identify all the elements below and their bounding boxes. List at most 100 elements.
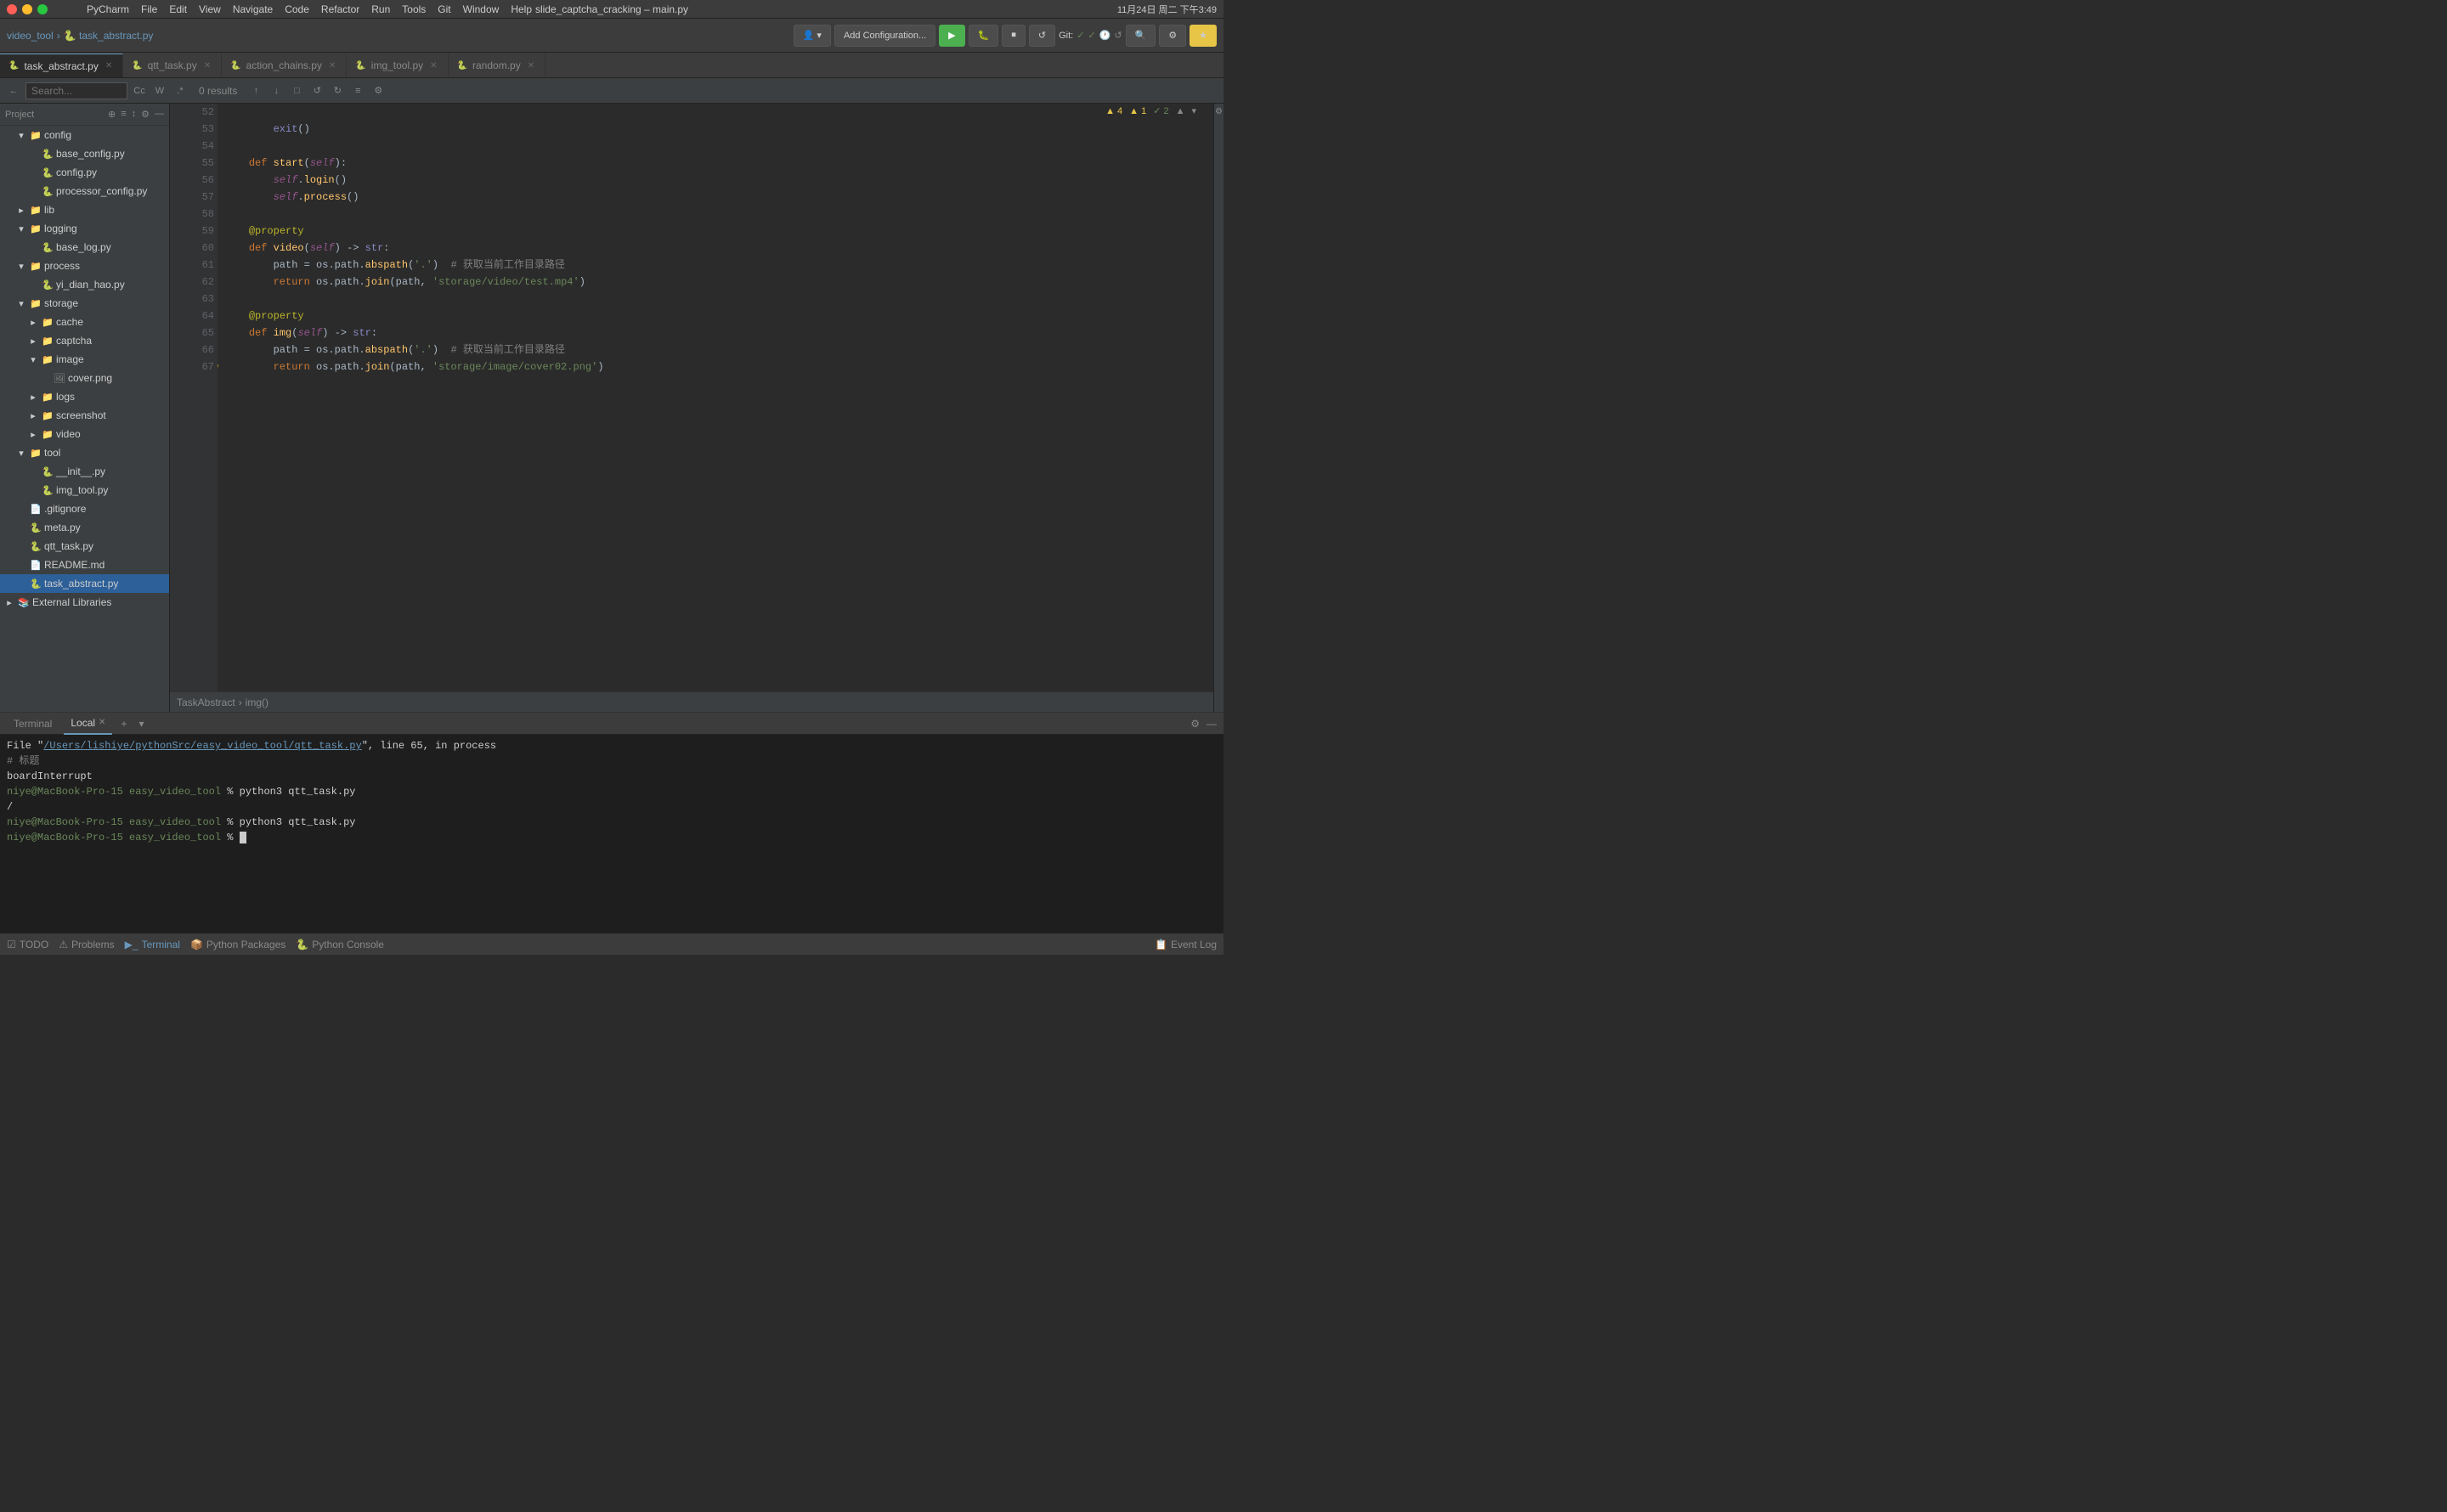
status-terminal[interactable]: ▶_ Terminal xyxy=(125,939,180,951)
sidebar-item-cache[interactable]: ▸ 📁 cache xyxy=(0,313,169,331)
sidebar-item-processor-config[interactable]: 🐍 processor_config.py xyxy=(0,182,169,200)
sidebar-item-video[interactable]: ▸ 📁 video xyxy=(0,425,169,443)
menu-tools[interactable]: Tools xyxy=(402,3,426,15)
sidebar-item-cover-png[interactable]: 🖼 cover.png xyxy=(0,369,169,387)
menu-file[interactable]: File xyxy=(141,3,157,15)
terminal-dropdown[interactable]: ▾ xyxy=(135,718,147,730)
regex-button[interactable]: .* xyxy=(172,82,189,99)
sidebar-item-config[interactable]: ▾ 📁 config xyxy=(0,126,169,144)
sidebar-item-img-tool[interactable]: 🐍 img_tool.py xyxy=(0,481,169,499)
menu-refactor[interactable]: Refactor xyxy=(321,3,359,15)
sidebar-item-screenshot[interactable]: ▸ 📁 screenshot xyxy=(0,406,169,425)
close-local-tab[interactable]: ✕ xyxy=(99,718,105,727)
sort-icon[interactable]: ↕ xyxy=(132,109,137,120)
code-content[interactable]: exit() def start(self): self.login() sel… xyxy=(218,104,1213,691)
locate-icon[interactable]: ⊕ xyxy=(108,109,116,120)
tab-terminal[interactable]: Terminal xyxy=(7,713,59,735)
menu-pycharm[interactable]: PyCharm xyxy=(87,3,129,15)
filter-button[interactable]: ⚙ xyxy=(370,82,387,99)
search-back-button[interactable]: ← xyxy=(5,82,22,99)
chevron-down-icon-3: ▾ xyxy=(15,261,27,272)
add-config-button[interactable]: Add Configuration... xyxy=(834,25,935,47)
status-python-console[interactable]: 🐍 Python Console xyxy=(296,939,384,951)
close-tab-qtt-task[interactable]: ✕ xyxy=(202,61,212,71)
tab-qtt-task[interactable]: 🐍 qtt_task.py ✕ xyxy=(123,54,222,77)
sidebar-item-meta[interactable]: 🐍 meta.py xyxy=(0,518,169,537)
replace-all-button[interactable]: ↻ xyxy=(329,82,346,99)
word-button[interactable]: W xyxy=(151,82,168,99)
stop-button[interactable]: ⏹ xyxy=(1002,25,1026,47)
expand-icon[interactable]: ▲ xyxy=(1176,106,1185,116)
gear-icon[interactable]: ⚙ xyxy=(141,109,150,120)
sidebar-item-logs[interactable]: ▸ 📁 logs xyxy=(0,387,169,406)
status-python-packages[interactable]: 📦 Python Packages xyxy=(190,939,285,951)
close-tab-img-tool[interactable]: ✕ xyxy=(428,61,438,71)
sidebar-item-image[interactable]: ▾ 📁 image xyxy=(0,350,169,369)
tab-local[interactable]: Local ✕ xyxy=(64,713,112,735)
close-tab-action-chains[interactable]: ✕ xyxy=(327,61,337,71)
chevron-down-icon: ▾ xyxy=(15,130,27,141)
settings-button[interactable]: ⚙ xyxy=(1159,25,1186,47)
sidebar-item-base-log[interactable]: 🐍 base_log.py xyxy=(0,238,169,257)
sidebar-item-yi-dian-hao[interactable]: 🐍 yi_dian_hao.py xyxy=(0,275,169,294)
sidebar-item-task-abstract[interactable]: 🐍 task_abstract.py xyxy=(0,574,169,593)
menu-run[interactable]: Run xyxy=(371,3,390,15)
prev-result-button[interactable]: ↑ xyxy=(247,82,264,99)
sidebar-item-tool[interactable]: ▾ 📁 tool xyxy=(0,443,169,462)
minimize-btn[interactable] xyxy=(22,4,32,14)
status-problems[interactable]: ⚠ Problems xyxy=(59,939,114,951)
debug-button[interactable]: 🐛 xyxy=(969,25,999,47)
sidebar-item-qtt-task[interactable]: 🐍 qtt_task.py xyxy=(0,537,169,556)
close-tab-task-abstract[interactable]: ✕ xyxy=(104,61,114,71)
maximize-btn[interactable] xyxy=(37,4,48,14)
sidebar-item-config-py[interactable]: 🐍 config.py xyxy=(0,163,169,182)
close-btn[interactable] xyxy=(7,4,17,14)
sidebar-item-lib[interactable]: ▸ 📁 lib xyxy=(0,200,169,219)
status-event-log[interactable]: 📋 Event Log xyxy=(1155,939,1217,951)
multiline-button[interactable]: ≡ xyxy=(349,82,366,99)
sidebar-item-readme[interactable]: 📄 README.md xyxy=(0,556,169,574)
sidebar-item-process[interactable]: ▾ 📁 process xyxy=(0,257,169,275)
menu-navigate[interactable]: Navigate xyxy=(233,3,273,15)
tab-task-abstract[interactable]: 🐍 task_abstract.py ✕ xyxy=(0,54,123,77)
minimize-icon[interactable]: — xyxy=(155,109,164,120)
tab-random[interactable]: 🐍 random.py ✕ xyxy=(449,54,546,77)
sidebar-item-storage[interactable]: ▾ 📁 storage xyxy=(0,294,169,313)
run-button[interactable]: ▶ xyxy=(939,25,964,47)
preview-button[interactable]: □ xyxy=(288,82,305,99)
collapse-icon[interactable]: ≡ xyxy=(121,109,126,120)
sidebar-item-logging[interactable]: ▾ 📁 logging xyxy=(0,219,169,238)
sidebar-item-base-config[interactable]: 🐍 base_config.py xyxy=(0,144,169,163)
menu-edit[interactable]: Edit xyxy=(169,3,187,15)
menu-window[interactable]: Window xyxy=(463,3,500,15)
tab-action-chains[interactable]: 🐍 action_chains.py ✕ xyxy=(222,54,347,77)
file-link[interactable]: /Users/lishiye/pythonSrc/easy_video_tool… xyxy=(43,740,361,752)
search-button[interactable]: 🔍 xyxy=(1126,25,1156,47)
menu-help[interactable]: Help xyxy=(511,3,532,15)
right-panel-icon-1[interactable]: ⚙ xyxy=(1215,107,1223,116)
menu-view[interactable]: View xyxy=(199,3,221,15)
case-sensitive-button[interactable]: Cc xyxy=(131,82,148,99)
profile-button[interactable]: 👤 ▾ xyxy=(794,25,831,47)
sidebar-item-init[interactable]: 🐍 __init__.py xyxy=(0,462,169,481)
sidebar-item-external-libs[interactable]: ▸ 📚 External Libraries xyxy=(0,593,169,612)
status-todo[interactable]: ☑ TODO xyxy=(7,939,48,951)
add-terminal-button[interactable]: + xyxy=(117,718,130,730)
collapse-code-icon[interactable]: ▾ xyxy=(1191,105,1196,116)
notification-button[interactable]: ★ xyxy=(1190,25,1217,47)
rerun-button[interactable]: ↺ xyxy=(1029,25,1055,47)
sidebar-item-gitignore[interactable]: 📄 .gitignore xyxy=(0,499,169,518)
terminal-close-icon[interactable]: — xyxy=(1207,718,1217,730)
menu-code[interactable]: Code xyxy=(285,3,309,15)
tab-img-tool[interactable]: 🐍 img_tool.py ✕ xyxy=(347,54,448,77)
terminal-settings-icon[interactable]: ⚙ xyxy=(1190,718,1200,730)
titlebar: PyCharm File Edit View Navigate Code Ref… xyxy=(0,0,1224,19)
sidebar-item-captcha[interactable]: ▸ 📁 captcha xyxy=(0,331,169,350)
next-result-button[interactable]: ↓ xyxy=(268,82,285,99)
traffic-lights[interactable] xyxy=(7,4,48,14)
close-tab-random[interactable]: ✕ xyxy=(526,61,536,71)
lib-icon: 📚 xyxy=(18,597,30,608)
replace-button[interactable]: ↺ xyxy=(308,82,325,99)
menu-git[interactable]: Git xyxy=(438,3,450,15)
search-input[interactable] xyxy=(25,82,127,99)
